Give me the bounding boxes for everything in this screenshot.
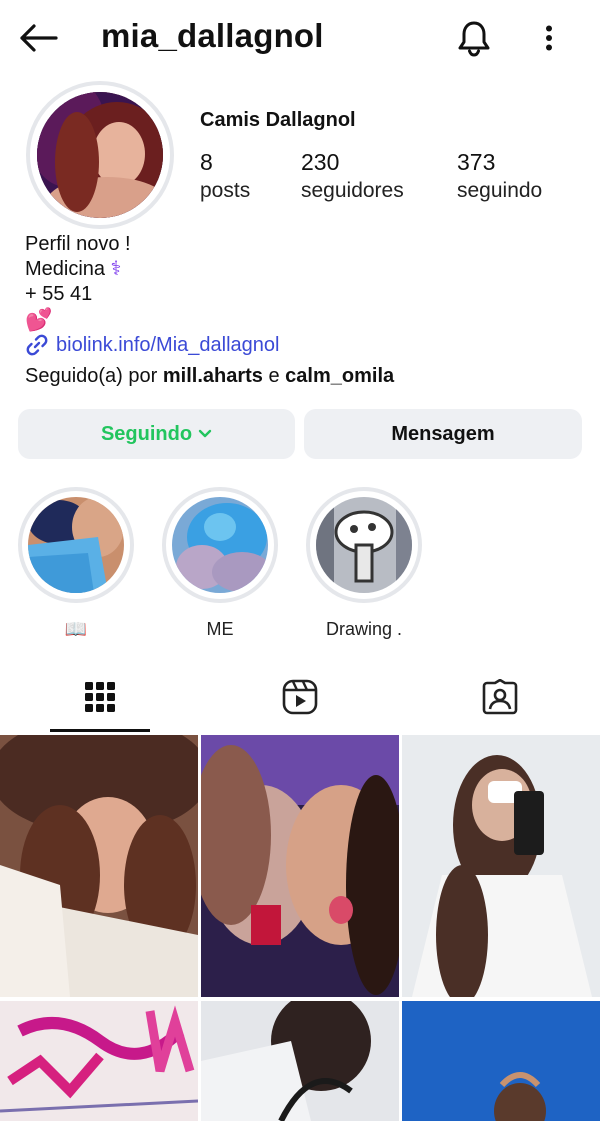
back-button[interactable]: [16, 18, 60, 58]
bio-link[interactable]: biolink.info/Mia_dallagnol: [25, 333, 279, 357]
arrow-left-icon: [20, 24, 58, 52]
post-thumbnail[interactable]: [201, 1001, 399, 1121]
following-value: 373: [457, 149, 496, 175]
link-icon: [26, 334, 48, 356]
followers-value: 230: [301, 149, 340, 175]
bio-line-3: + 55 41: [25, 283, 93, 305]
profile-username: mia_dallagnol: [101, 17, 324, 54]
post-thumbnail[interactable]: [0, 1001, 198, 1121]
mutual-follower-2[interactable]: calm_omila: [285, 365, 394, 387]
followed-by-connector: e: [268, 365, 280, 387]
story-highlight[interactable]: Drawing .: [306, 487, 422, 640]
followed-by-prefix: Seguido(a) por: [25, 365, 158, 387]
posts-label: posts: [200, 179, 251, 202]
highlight-cover-image: [316, 497, 412, 593]
bell-icon: [458, 21, 490, 57]
bio-line-2-text: Medicina: [25, 258, 106, 280]
highlight-ring[interactable]: [162, 487, 278, 603]
reels-icon: [282, 679, 318, 715]
highlight-label: ME: [206, 619, 234, 639]
profile-avatar-ring[interactable]: [26, 81, 174, 229]
post-thumbnail[interactable]: [402, 1001, 600, 1121]
profile-tabs: [0, 662, 600, 732]
posts-count[interactable]: 8 posts: [200, 148, 250, 206]
profile-bio: Perfil novo ! Medicina ⚕ + 55 41 💕: [25, 232, 131, 332]
display-name: Camis Dallagnol: [200, 109, 356, 131]
highlight-ring[interactable]: [18, 487, 134, 603]
bio-line-2: Medicina ⚕: [25, 257, 131, 282]
following-count[interactable]: 373 seguindo: [457, 148, 542, 206]
tab-posts-grid[interactable]: [0, 662, 200, 732]
posts-grid: [0, 735, 600, 1121]
followers-count[interactable]: 230 seguidores: [301, 148, 404, 206]
highlight-ring[interactable]: [306, 487, 422, 603]
story-highlight[interactable]: 📖: [18, 487, 134, 640]
highlight-cover-image: [172, 497, 268, 593]
post-thumbnail[interactable]: [402, 735, 600, 997]
highlight-label: 📖: [64, 619, 88, 639]
following-button[interactable]: Seguindo: [18, 409, 295, 459]
message-button[interactable]: Mensagem: [304, 409, 582, 459]
highlight-label: Drawing .: [325, 619, 403, 639]
post-thumbnail[interactable]: [0, 735, 198, 997]
following-button-label: Seguindo: [100, 422, 193, 445]
chevron-down-icon: [198, 429, 212, 438]
tagged-icon: [482, 679, 518, 715]
top-bar: mia_dallagnol: [0, 0, 600, 76]
followed-by-text: Seguido(a) por mill.aharts e calm_omila: [25, 365, 394, 388]
story-highlight[interactable]: ME: [162, 487, 278, 640]
bio-line-1: Perfil novo !: [25, 233, 131, 255]
highlight-cover-image: [28, 497, 124, 593]
tab-tagged[interactable]: [400, 662, 600, 732]
following-label: seguindo: [457, 179, 543, 202]
more-vertical-icon: [546, 25, 552, 51]
bio-link-text: biolink.info/Mia_dallagnol: [56, 333, 280, 356]
mutual-follower-1[interactable]: mill.aharts: [163, 365, 263, 387]
message-button-label: Mensagem: [391, 422, 495, 445]
medical-symbol-icon: ⚕: [110, 258, 122, 280]
post-thumbnail[interactable]: [201, 735, 399, 997]
more-options-button[interactable]: [532, 18, 566, 58]
posts-value: 8: [200, 149, 213, 175]
notifications-button[interactable]: [453, 16, 495, 60]
tab-reels[interactable]: [200, 662, 400, 732]
avatar: [37, 92, 163, 218]
followers-label: seguidores: [301, 179, 404, 202]
two-hearts-icon: 💕: [25, 307, 53, 332]
active-tab-indicator: [50, 729, 150, 732]
grid-icon: [85, 682, 115, 712]
